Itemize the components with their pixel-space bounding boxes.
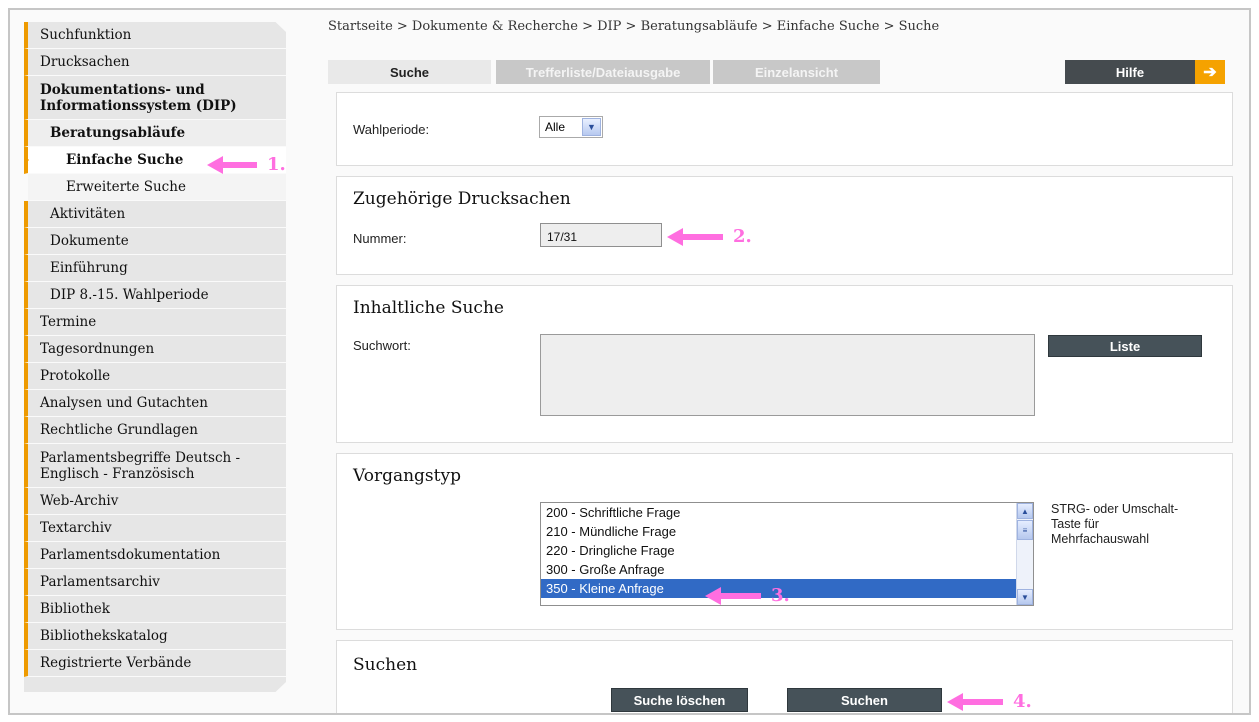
tab-suche[interactable]: Suche [328,60,491,84]
panel-wahlperiode: Wahlperiode: Alle ▼ [336,92,1233,166]
suchen-button[interactable]: Suchen [787,688,942,712]
list-item[interactable]: 200 - Schriftliche Frage [541,503,1033,522]
scroll-thumb[interactable]: ≡ [1017,520,1033,540]
wahlperiode-value: Alle [545,120,566,134]
sidebar-item-suchfunktion[interactable]: Suchfunktion [24,22,286,49]
list-item[interactable]: 300 - Große Anfrage [541,560,1033,579]
panel-vorgangstyp: Vorgangstyp 200 - Schriftliche Frage 210… [336,453,1233,630]
panel-suchen: Suchen Suche löschen Suchen 4. [336,640,1233,713]
annotation-number-1: 1. [267,154,286,175]
list-item[interactable]: 220 - Dringliche Frage [541,541,1033,560]
scroll-up-icon[interactable]: ▲ [1017,503,1033,519]
sidebar-item-aktivitaeten[interactable]: Aktivitäten [24,201,286,228]
sidebar-item-protokolle[interactable]: Protokolle [24,363,286,390]
listbox-scrollbar[interactable]: ▲ ≡ ▼ [1016,503,1033,605]
liste-button[interactable]: Liste [1048,335,1202,357]
sidebar-item-drucksachen[interactable]: Drucksachen [24,49,286,76]
annotation-arrow-4: 4. [947,691,1032,712]
drucksachen-title: Zugehörige Drucksachen [353,189,571,209]
sidebar-item-erweiterte-suche[interactable]: Erweiterte Suche [24,174,286,201]
vorgangstyp-title: Vorgangstyp [353,466,461,486]
nummer-label: Nummer: [353,231,407,246]
wahlperiode-select[interactable]: Alle ▼ [539,116,603,138]
sidebar-item-textarchiv[interactable]: Textarchiv [24,515,286,542]
inhaltliche-suche-title: Inhaltliche Suche [353,298,504,318]
help-button[interactable]: Hilfe [1065,60,1195,84]
sidebar-item-registrierte-verbaende[interactable]: Registrierte Verbände [24,650,286,677]
annotation-arrow-1: 1. [207,154,286,175]
tab-trefferliste: Trefferliste/Dateiausgabe [496,60,710,84]
breadcrumb[interactable]: Startseite > Dokumente & Recherche > DIP… [328,19,939,34]
nummer-input[interactable]: 17/31 [540,223,662,247]
suchwort-textarea[interactable] [540,334,1035,416]
sidebar-item-dokumente[interactable]: Dokumente [24,228,286,255]
multiselect-hint: STRG- oder Umschalt-Taste für Mehrfachau… [1051,502,1179,546]
sidebar-item-parlamentsdokumentation[interactable]: Parlamentsdokumentation [24,542,286,569]
suche-loeschen-button[interactable]: Suche löschen [611,688,748,712]
annotation-number-3: 3. [771,585,790,606]
chevron-down-icon[interactable]: ▼ [582,118,601,136]
sidebar-nav: Suchfunktion Drucksachen Dokumentations-… [24,22,286,692]
scroll-down-icon[interactable]: ▼ [1017,589,1033,605]
wahlperiode-label: Wahlperiode: [353,122,430,137]
panel-inhaltliche-suche: Inhaltliche Suche Suchwort: Liste [336,285,1233,443]
arrow-right-icon[interactable]: ➔ [1195,60,1225,84]
list-item[interactable]: 210 - Mündliche Frage [541,522,1033,541]
sidebar-item-parlamentsarchiv[interactable]: Parlamentsarchiv [24,569,286,596]
annotation-number-4: 4. [1013,691,1032,712]
sidebar-item-dip-8-15[interactable]: DIP 8.-15. Wahlperiode [24,282,286,309]
browser-frame: Suchfunktion Drucksachen Dokumentations-… [8,8,1251,715]
tab-einzelansicht: Einzelansicht [713,60,880,84]
sidebar-item-bibliothek[interactable]: Bibliothek [24,596,286,623]
sidebar-item-parlamentsbegriffe[interactable]: Parlamentsbegriffe Deutsch - Englisch - … [24,444,286,488]
sidebar-item-analysen[interactable]: Analysen und Gutachten [24,390,286,417]
sidebar-item-rechtliche-grundlagen[interactable]: Rechtliche Grundlagen [24,417,286,444]
panel-drucksachen: Zugehörige Drucksachen Nummer: 17/31 2. [336,176,1233,275]
annotation-arrow-3: 3. [705,585,790,606]
suchwort-label: Suchwort: [353,338,411,353]
sidebar-item-web-archiv[interactable]: Web-Archiv [24,488,286,515]
sidebar-item-bibliothekskatalog[interactable]: Bibliothekskatalog [24,623,286,650]
suchen-title: Suchen [353,655,418,675]
sidebar-item-beratungsablaeufe[interactable]: Beratungsabläufe [24,120,286,147]
annotation-number-2: 2. [733,226,752,247]
sidebar-item-einfuehrung[interactable]: Einführung [24,255,286,282]
sidebar-item-dip[interactable]: Dokumentations- und Informationssystem (… [24,76,286,120]
sidebar-item-termine[interactable]: Termine [24,309,286,336]
annotation-arrow-2: 2. [667,226,752,247]
sidebar-item-tagesordnungen[interactable]: Tagesordnungen [24,336,286,363]
